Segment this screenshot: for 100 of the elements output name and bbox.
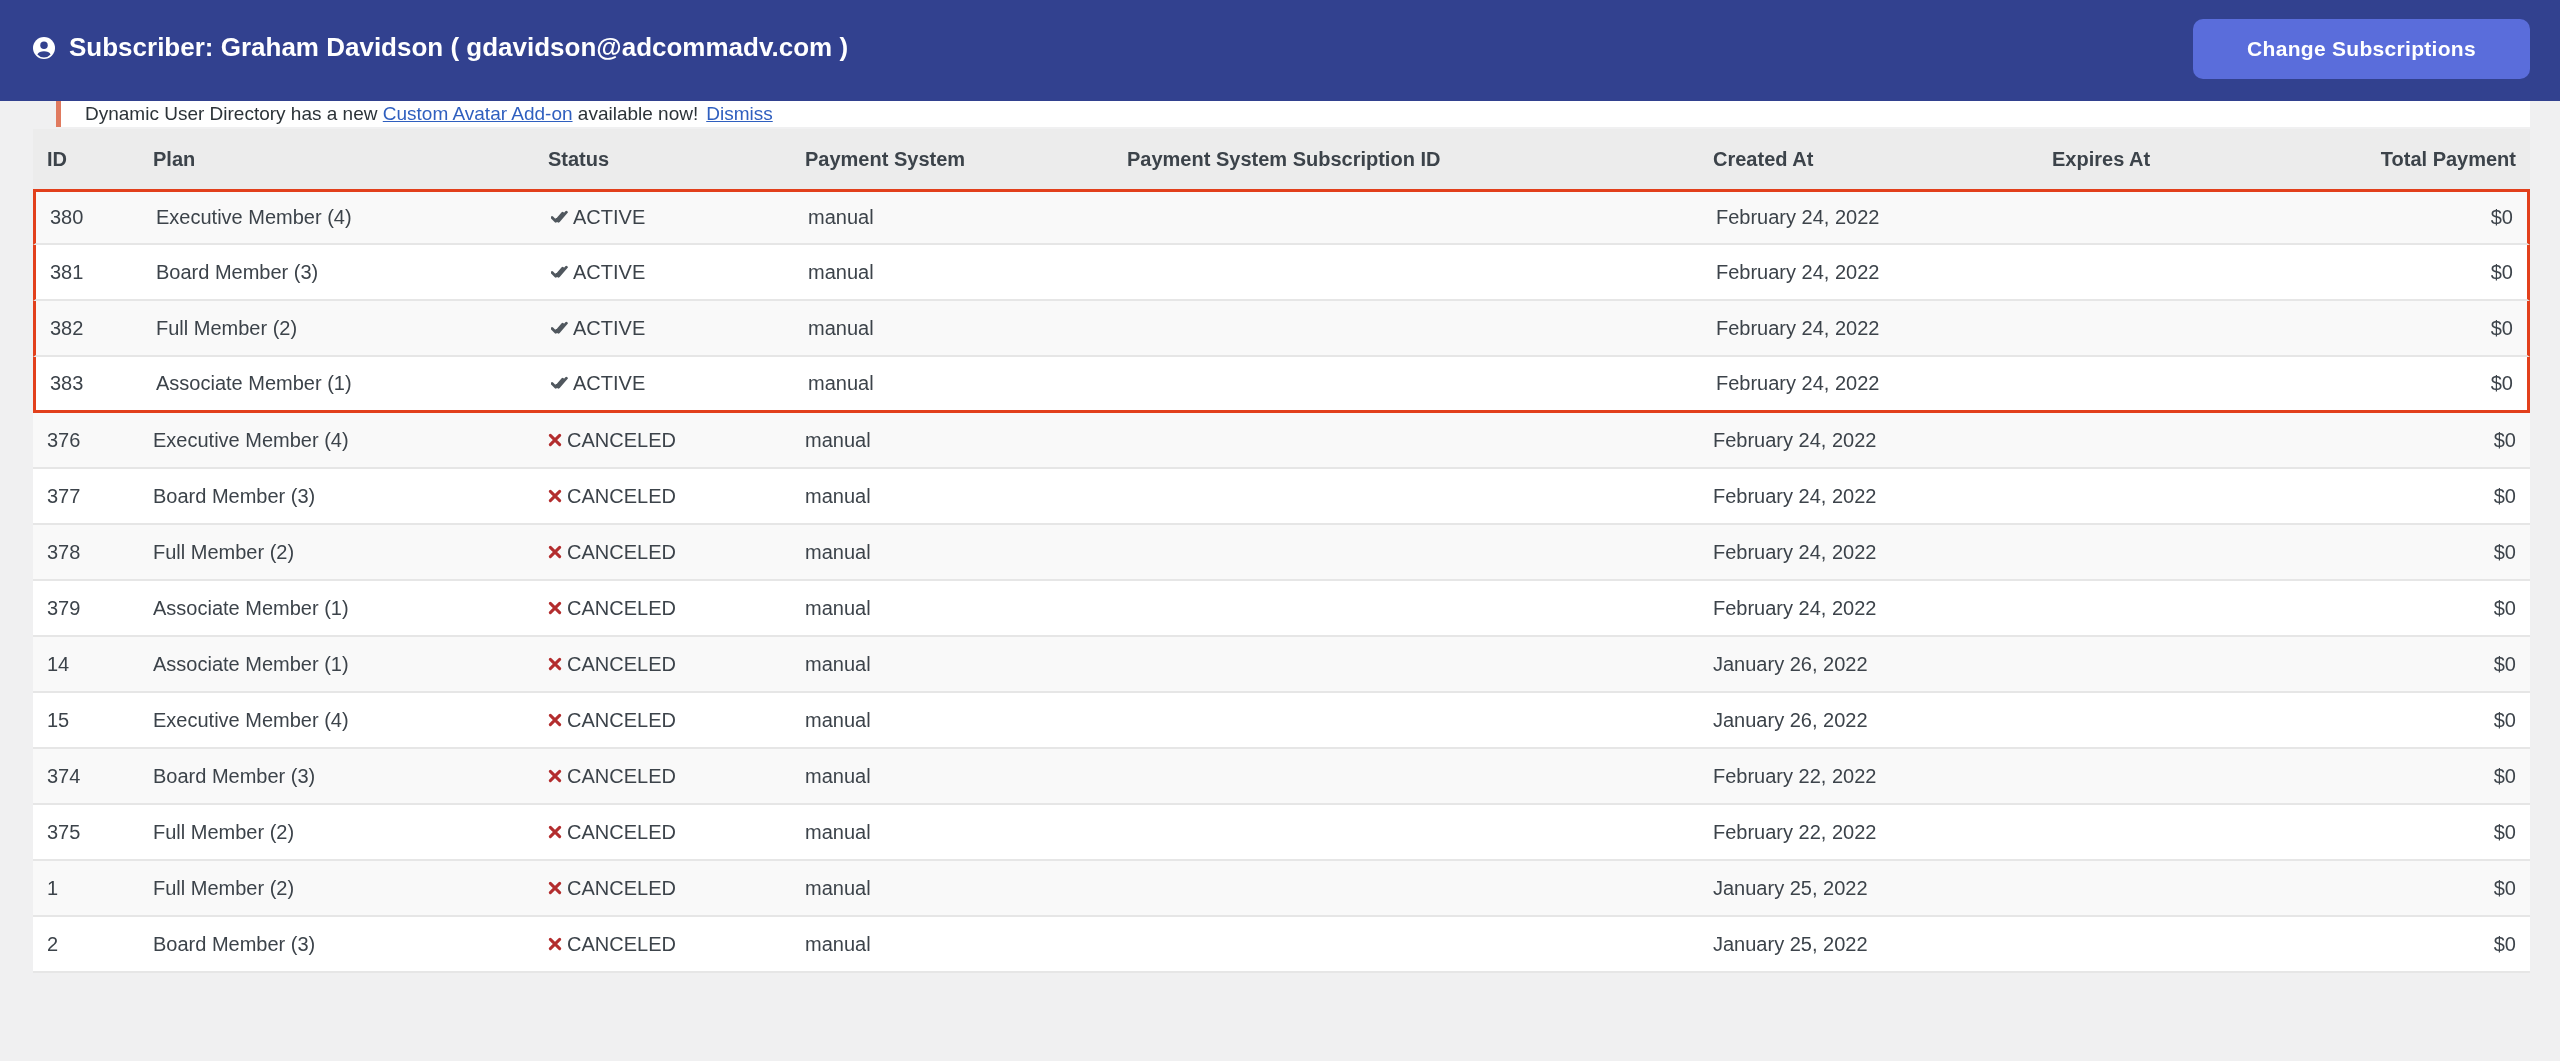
total-payment-cell-text: $0 [2492,596,2517,620]
cross-icon [548,489,562,503]
created-at-cell-text: February 22, 2022 [1712,764,1878,788]
user-icon [33,36,55,59]
add-on-link[interactable]: Custom Avatar Add-on [382,103,573,124]
id-cell-text: 382 [49,316,85,340]
total-payment-cell-text: $0 [2492,484,2517,508]
status-text: CANCELED [567,652,676,676]
status-text: CANCELED [567,540,676,564]
total-payment-cell-text: $0 [2492,764,2517,788]
id-cell-text: 14 [46,652,71,676]
total-payment-cell-text: $0 [2492,932,2517,956]
payment-system-cell-text: manual [807,316,875,340]
cross-icon [548,713,562,727]
id-cell-text: 380 [49,206,85,229]
cross-icon [548,433,562,447]
created-at-cell-text: February 24, 2022 [1712,484,1878,508]
notice-text: Dynamic User Directory has a new Custom Avatar Add-on available now! [85,103,699,125]
plan-cell-text: Board Member (3) [152,484,317,508]
total-payment-cell-text: $0 [2492,708,2517,732]
created-at-cell-text: February 24, 2022 [1715,206,1881,229]
payment-system-cell-text: manual [804,932,872,956]
id-cell-text: 374 [46,764,82,788]
plan-cell-text: Full Member (2) [152,876,296,900]
status-text: CANCELED [567,596,676,620]
cross-icon [548,937,562,951]
created-at-cell-text: February 24, 2022 [1712,596,1878,620]
column-header: Plan [152,147,197,171]
status-text: CANCELED [567,484,676,508]
status-text: CANCELED [567,708,676,732]
change-subscriptions-button[interactable]: Change Subscriptions [2193,18,2530,79]
total-payment-cell-text: $0 [2492,428,2517,452]
total-payment-cell-text: $0 [2492,876,2517,900]
id-cell-text: 2 [46,932,60,956]
id-cell-text: 376 [46,428,82,452]
cross-icon [548,825,562,839]
plan-cell-text: Associate Member (1) [152,596,350,620]
plan-cell-text: Executive Member (4) [155,206,353,229]
column-header: Payment System [804,147,967,171]
created-at-cell-text: January 26, 2022 [1712,708,1869,732]
cross-icon [548,657,562,671]
created-at-cell-text: February 24, 2022 [1712,540,1878,564]
payment-system-cell-text: manual [804,596,872,620]
status-text: CANCELED [567,764,676,788]
column-header: Payment System Subscription ID [1126,147,1442,171]
created-at-cell-text: January 25, 2022 [1712,932,1869,956]
payment-system-cell-text: manual [807,372,875,395]
double-check-icon [551,376,568,391]
plan-cell-text: Executive Member (4) [152,428,350,452]
payment-system-cell-text: manual [804,428,872,452]
id-cell-text: 381 [49,260,85,284]
subscriber-title: Subscriber: Graham Davidson ( gdavidson@adcommadv.com ) [69,32,849,63]
total-payment-cell-text: $0 [2492,540,2517,564]
status-text: CANCELED [567,876,676,900]
status-text: CANCELED [567,428,676,452]
plan-cell-text: Full Member (2) [152,820,296,844]
plan-cell-text: Board Member (3) [152,764,317,788]
total-payment-cell-text: $0 [2492,652,2517,676]
plan-cell-text: Board Member (3) [152,932,317,956]
payment-system-cell-text: manual [804,540,872,564]
cross-icon [548,881,562,895]
status-text: CANCELED [567,820,676,844]
status-text: ACTIVE [573,372,646,395]
payment-system-cell-text: manual [804,708,872,732]
total-payment-cell-text: $0 [2492,820,2517,844]
created-at-cell-text: February 22, 2022 [1712,820,1878,844]
payment-system-cell-text: manual [807,206,875,229]
id-cell-text: 1 [46,876,60,900]
plan-cell-text: Board Member (3) [155,260,320,284]
double-check-icon [551,210,568,225]
payment-system-cell-text: manual [804,820,872,844]
id-cell-text: 383 [49,372,85,395]
created-at-cell-text: January 25, 2022 [1712,876,1869,900]
total-payment-cell-text: $0 [2489,260,2514,284]
id-cell-text: 375 [46,820,82,844]
status-text: ACTIVE [573,206,646,229]
plan-cell-text: Associate Member (1) [155,372,353,395]
double-check-icon [551,320,568,336]
plan-cell-text: Associate Member (1) [152,652,350,676]
status-text: CANCELED [567,932,676,956]
status-text: ACTIVE [573,316,646,340]
column-header: Expires At [2051,147,2152,171]
cross-icon [548,545,562,559]
total-payment-cell-text: $0 [2489,372,2514,395]
payment-system-cell-text: manual [807,260,875,284]
dismiss-link[interactable]: Dismiss [706,103,773,125]
id-cell-text: 378 [46,540,82,564]
column-header: Status [547,147,611,171]
column-header: Created At [1712,147,1815,171]
plan-cell-text: Executive Member (4) [152,708,350,732]
plan-cell-text: Full Member (2) [155,316,299,340]
created-at-cell-text: February 24, 2022 [1715,372,1881,395]
payment-system-cell-text: manual [804,484,872,508]
payment-system-cell-text: manual [804,876,872,900]
created-at-cell-text: February 24, 2022 [1712,428,1878,452]
cross-icon [548,769,562,783]
plan-cell-text: Full Member (2) [152,540,296,564]
column-header: ID [46,147,68,171]
payment-system-cell-text: manual [804,652,872,676]
column-header: Total Payment [2379,147,2517,171]
